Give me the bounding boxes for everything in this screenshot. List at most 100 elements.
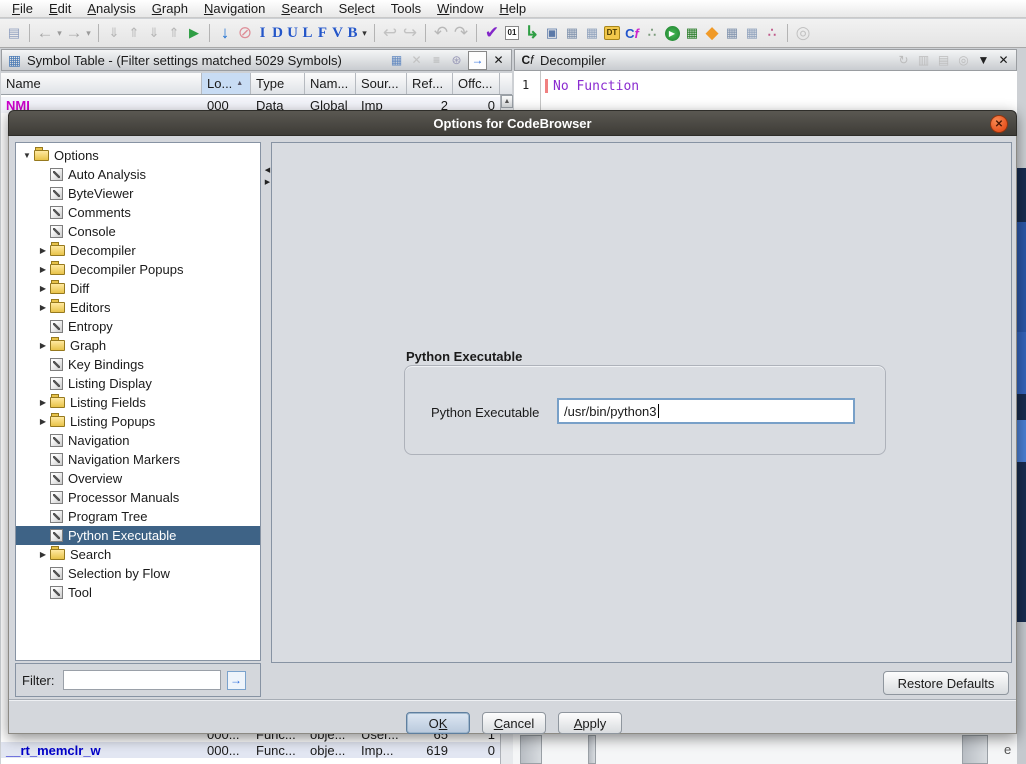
delete-icon[interactable]: ✕ [408,52,425,69]
tree-item-listing-display[interactable]: Listing Display [16,374,260,393]
expander-closed-icon[interactable]: ▶ [36,550,50,559]
filter-input[interactable] [63,670,221,690]
column-header-nam[interactable]: Nam... [305,73,356,94]
forward-icon[interactable]: → [64,23,84,43]
symbol-references-icon[interactable]: ▦ [582,23,602,43]
comments-icon[interactable]: ◎ [793,23,813,43]
validate-icon[interactable]: ✔ [482,23,502,43]
tree-item-editors[interactable]: ▶Editors [16,298,260,317]
expander-closed-icon[interactable]: ▶ [36,341,50,350]
program-in2-icon[interactable]: ⇓ [144,23,164,43]
cancel-button[interactable]: Cancel [482,712,546,734]
go-to-icon[interactable]: ↓ [215,23,235,43]
tree-item-processor-manuals[interactable]: Processor Manuals [16,488,260,507]
column-header-type[interactable]: Type [251,73,305,94]
symbol-tree-icon[interactable]: ∴ [762,23,782,43]
expander-closed-icon[interactable]: ▶ [36,303,50,312]
tree-item-navigation[interactable]: Navigation [16,431,260,450]
dialog-titlebar[interactable]: Options for CodeBrowser ✕ [8,110,1017,136]
column-header-name[interactable]: Name [1,73,202,94]
run-script-icon[interactable]: ▶ [662,23,682,43]
tree-item-options[interactable]: ▼Options [16,146,260,165]
table-row[interactable]: __rt_memclr_w000...Func...obje...Imp...6… [1,742,500,758]
menu-tools[interactable]: Tools [383,0,429,18]
tree-item-search[interactable]: ▶Search [16,545,260,564]
snapshot-run-icon[interactable]: ▶ [184,23,204,43]
decompiler-icon[interactable]: Cf [622,23,642,43]
program-in-icon[interactable]: ⇓ [104,23,124,43]
letter-v-icon[interactable]: V [330,23,345,43]
tree-item-python-executable[interactable]: Python Executable [16,526,260,545]
symbol-table-icon[interactable]: ▦ [562,23,582,43]
program-out-icon[interactable]: ⇑ [124,23,144,43]
make-selection-icon[interactable]: ▦ [388,52,405,69]
gear-icon[interactable]: ⊛ [448,52,465,69]
forward-dropdown-icon[interactable]: ▾ [84,23,93,43]
tree-item-overview[interactable]: Overview [16,469,260,488]
menu-graph[interactable]: Graph [144,0,196,18]
letter-f-icon[interactable]: F [315,23,330,43]
close-icon[interactable]: ✕ [490,52,507,69]
save-icon[interactable]: ▤ [4,23,24,43]
function-call-graph-icon[interactable]: ∴ [642,23,662,43]
ok-button[interactable]: OK [406,712,470,734]
redo-icon[interactable]: ↷ [451,23,471,43]
defined-data-icon[interactable]: ▦ [722,23,742,43]
expander-open-icon[interactable]: ▼ [20,151,34,160]
column-header-ref[interactable]: Ref... [407,73,453,94]
defined-strings-icon[interactable]: ▦ [742,23,762,43]
tree-item-navigation-markers[interactable]: Navigation Markers [16,450,260,469]
program-out2-icon[interactable]: ⇑ [164,23,184,43]
expander-closed-icon[interactable]: ▶ [36,265,50,274]
back-dropdown-icon[interactable]: ▾ [55,23,64,43]
letter-b-icon[interactable]: B [345,23,360,43]
scroll-up-icon[interactable]: ▲ [501,95,513,108]
filter-toggle-icon[interactable]: → [468,51,487,70]
back-icon[interactable]: ← [35,23,55,43]
columns-menu-icon[interactable]: ≡ [428,52,445,69]
letter-i-icon[interactable]: I [255,23,270,43]
tree-item-diff[interactable]: ▶Diff [16,279,260,298]
annotation-back-icon[interactable]: ↩ [380,23,400,43]
menu-analysis[interactable]: Analysis [79,0,143,18]
close-icon[interactable]: ✕ [990,115,1008,133]
apply-button[interactable]: Apply [558,712,622,734]
export-icon[interactable]: ▤ [935,52,952,69]
memory-map-icon[interactable]: ▦ [682,23,702,43]
expander-closed-icon[interactable]: ▶ [36,398,50,407]
tree-item-key-bindings[interactable]: Key Bindings [16,355,260,374]
undo-icon[interactable]: ↶ [431,23,451,43]
letter-l-icon[interactable]: L [300,23,315,43]
menu-navigation[interactable]: Navigation [196,0,273,18]
tree-item-tool[interactable]: Tool [16,583,260,602]
tree-item-graph[interactable]: ▶Graph [16,336,260,355]
camera-icon[interactable]: ◎ [955,52,972,69]
tree-item-auto-analysis[interactable]: Auto Analysis [16,165,260,184]
menu-select[interactable]: Select [331,0,383,18]
tree-item-listing-popups[interactable]: ▶Listing Popups [16,412,260,431]
byte-viewer-icon[interactable]: 01 [502,23,522,43]
menu-file[interactable]: File [4,0,41,18]
tree-item-listing-fields[interactable]: ▶Listing Fields [16,393,260,412]
copy-icon[interactable]: ▥ [915,52,932,69]
dropdown-icon[interactable]: ▼ [975,52,992,69]
clear-flow-icon[interactable]: ⊘ [235,23,255,43]
column-header-offc[interactable]: Offc... [453,73,500,94]
import-icon[interactable]: ↳ [522,23,542,43]
close-icon[interactable]: ✕ [995,52,1012,69]
bookmarks-icon[interactable]: ▣ [542,23,562,43]
tree-item-comments[interactable]: Comments [16,203,260,222]
tree-item-selection-by-flow[interactable]: Selection by Flow [16,564,260,583]
expander-closed-icon[interactable]: ▶ [36,417,50,426]
tree-item-decompiler[interactable]: ▶Decompiler [16,241,260,260]
column-header-lo[interactable]: Lo...▲ [202,73,251,94]
tree-item-entropy[interactable]: Entropy [16,317,260,336]
tree-item-program-tree[interactable]: Program Tree [16,507,260,526]
menu-edit[interactable]: Edit [41,0,79,18]
annotation-forward-icon[interactable]: ↪ [400,23,420,43]
menu-help[interactable]: Help [491,0,534,18]
data-type-manager-icon[interactable]: DT [602,23,622,43]
overview-marker-strip[interactable] [1017,0,1026,764]
refresh-icon[interactable]: ↻ [895,52,912,69]
tree-item-console[interactable]: Console [16,222,260,241]
